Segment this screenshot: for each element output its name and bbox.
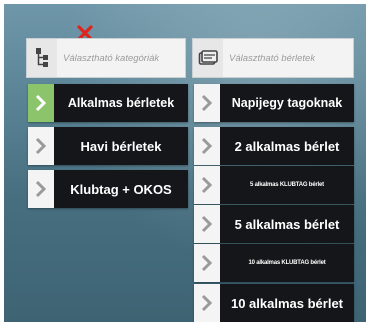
- category-label: Havi bérletek: [54, 127, 188, 165]
- category-button-klubtag[interactable]: Klubtag + OKOS: [28, 170, 188, 208]
- pass-label: 10 alkalmas bérlet: [220, 284, 354, 322]
- pass-button-napijegy[interactable]: Napijegy tagoknak: [194, 84, 354, 122]
- pass-header-text: Választható bérletek: [229, 52, 316, 64]
- pass-label: Napijegy tagoknak: [220, 84, 354, 122]
- category-header-text: Választható kategóriák: [63, 52, 160, 64]
- pass-label: 2 alkalmas bérlet: [220, 127, 354, 165]
- pass-button-10-klubtag[interactable]: 10 alkalmas KLUBTAG bérlet: [194, 244, 354, 282]
- chevron-right-icon: [194, 244, 220, 282]
- pass-header: Választható bérletek: [192, 38, 354, 78]
- chevron-right-icon: [28, 170, 54, 208]
- category-button-havi[interactable]: Havi bérletek: [28, 127, 188, 165]
- pass-button-10-alkalmas[interactable]: 10 alkalmas bérlet: [194, 284, 354, 322]
- chevron-right-icon: [194, 166, 220, 204]
- pass-button-5-alkalmas[interactable]: 5 alkalmas bérlet: [194, 205, 354, 243]
- category-button-alkalmas[interactable]: Alkalmas bérletek: [28, 84, 188, 122]
- chevron-right-icon: [194, 284, 220, 322]
- kiosk-screen: Választható kategóriák Választható bérle…: [4, 4, 366, 322]
- chevron-right-icon: [194, 84, 220, 122]
- pass-label: 5 alkalmas KLUBTAG bérlet: [220, 166, 354, 204]
- category-tree-icon: [27, 39, 57, 77]
- category-label: Klubtag + OKOS: [54, 170, 188, 208]
- chevron-right-icon: [28, 84, 54, 122]
- pass-label: 10 alkalmas KLUBTAG bérlet: [220, 244, 354, 282]
- pass-card-icon: [193, 39, 223, 77]
- chevron-right-icon: [194, 127, 220, 165]
- pass-button-2-alkalmas[interactable]: 2 alkalmas bérlet: [194, 127, 354, 165]
- category-label: Alkalmas bérletek: [54, 84, 188, 122]
- chevron-right-icon: [28, 127, 54, 165]
- category-header: Választható kategóriák: [26, 38, 186, 78]
- pass-label: 5 alkalmas bérlet: [220, 205, 354, 243]
- pass-button-5-klubtag[interactable]: 5 alkalmas KLUBTAG bérlet: [194, 166, 354, 204]
- chevron-right-icon: [194, 205, 220, 243]
